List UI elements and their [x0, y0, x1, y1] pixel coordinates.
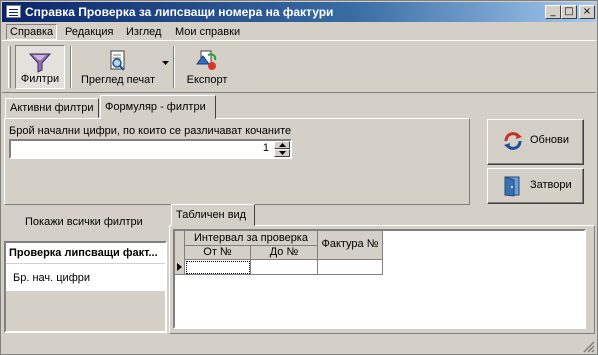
export-icon — [196, 50, 217, 70]
title-bar[interactable]: Справка Проверка за липсващи номера на ф… — [2, 2, 596, 22]
print-preview-label: Преглед печат — [80, 74, 156, 86]
print-preview-icon — [110, 50, 125, 71]
close-window-button[interactable]: × — [579, 5, 595, 19]
toolbar: Филтри Преглед печат Експорт — [2, 41, 596, 93]
close-button[interactable]: Затвори — [487, 168, 584, 204]
spin-up-icon — [279, 143, 286, 147]
refresh-label: Обнови — [530, 134, 570, 146]
toolbar-separator — [70, 46, 72, 88]
preview-dropdown-arrow-icon[interactable] — [162, 61, 169, 66]
filter-item-digits[interactable]: Бр. нач. цифри — [13, 272, 90, 284]
print-preview-button[interactable]: Преглед печат — [76, 45, 160, 89]
interval-group-header: Интервал за проверка — [185, 231, 318, 246]
export-label: Експорт — [186, 74, 228, 86]
toolbar-grip — [8, 46, 11, 88]
funnel-icon — [28, 53, 52, 73]
cell-to[interactable] — [251, 260, 318, 275]
refresh-icon — [504, 132, 522, 150]
close-label: Затвори — [530, 179, 572, 191]
cell-invoice[interactable] — [318, 260, 383, 275]
menu-spravka[interactable]: Справка — [6, 24, 58, 40]
table-view-panel: Интервал за проверка От № До № Фактура № — [169, 225, 595, 334]
app-icon — [6, 5, 21, 18]
menu-moi-spravki[interactable]: Мои справки — [172, 24, 243, 40]
maximize-button[interactable]: □ — [561, 5, 577, 19]
menu-redaktsiya[interactable]: Редакция — [62, 24, 116, 40]
report-window: Справка Проверка за липсващи номера на ф… — [0, 0, 598, 355]
refresh-button[interactable]: Обнови — [487, 119, 584, 165]
results-grid[interactable]: Интервал за проверка От № До № Фактура № — [173, 229, 586, 329]
filters-tree: Проверка липсващи факт... Бр. нач. цифри — [4, 241, 167, 333]
size-grip-icon[interactable] — [582, 340, 595, 353]
minimize-button[interactable]: _ — [545, 5, 561, 19]
form-filters-panel: Брой начални цифри, по които се различав… — [4, 118, 470, 205]
digits-label: Брой начални цифри, по които се различав… — [9, 125, 292, 137]
tab-table-view[interactable]: Табличен вид — [171, 204, 255, 226]
show-all-filters-link[interactable]: Покажи всички филтри — [25, 216, 143, 228]
spin-down-button[interactable] — [274, 149, 290, 157]
column-header-invoice[interactable]: Фактура № — [318, 231, 383, 260]
filters-label: Филтри — [20, 73, 60, 85]
filters-list: Проверка липсващи факт... Бр. нач. цифри — [6, 243, 165, 291]
menu-izgled[interactable]: Изглед — [123, 24, 164, 40]
menu-bar: Справка Редакция Изглед Мои справки — [2, 22, 596, 41]
filters-button[interactable]: Филтри — [15, 45, 65, 89]
cell-from[interactable] — [185, 260, 251, 275]
current-row-arrow-icon — [177, 263, 182, 271]
exit-door-icon — [504, 176, 520, 197]
column-header-to[interactable]: До № — [251, 246, 318, 260]
export-button[interactable]: Експорт — [180, 45, 234, 89]
tab-form-filters[interactable]: Формуляр - филтри — [100, 95, 216, 119]
divider — [6, 263, 165, 264]
window-title: Справка Проверка за липсващи номера на ф… — [25, 5, 334, 19]
column-header-from[interactable]: От № — [185, 246, 251, 260]
row-indicator — [175, 260, 185, 275]
spin-down-icon — [279, 151, 286, 155]
filter-group-title[interactable]: Проверка липсващи факт... — [9, 247, 158, 259]
digits-value: 1 — [262, 142, 269, 154]
toolbar-separator — [173, 46, 175, 88]
spin-up-button[interactable] — [274, 141, 290, 149]
tab-active-filters[interactable]: Активни филтри — [5, 98, 99, 118]
digits-spinner[interactable]: 1 — [9, 139, 292, 159]
